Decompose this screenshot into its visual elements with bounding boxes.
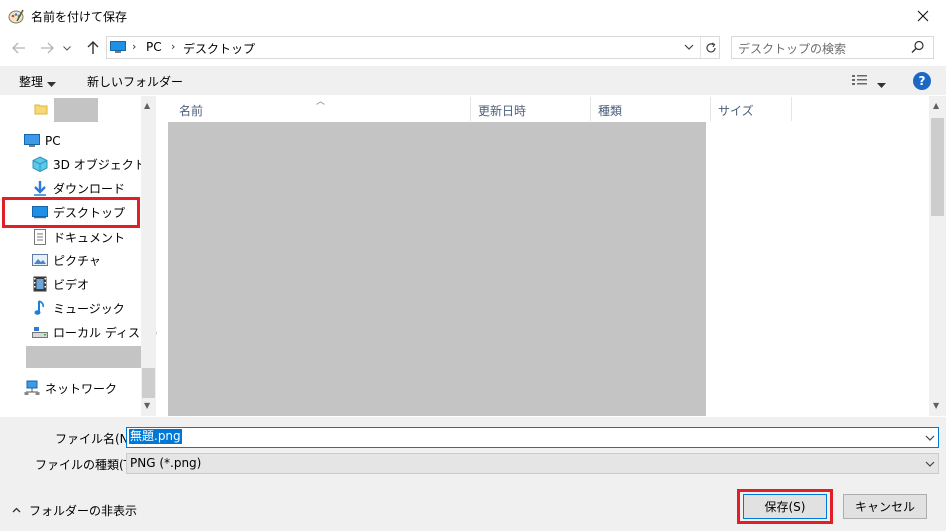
breadcrumb-pc[interactable]: PC xyxy=(146,40,162,54)
scroll-down-arrow-icon[interactable]: ▼ xyxy=(144,401,150,410)
arrow-right-icon xyxy=(41,42,54,54)
close-button[interactable] xyxy=(900,0,946,32)
filename-input[interactable] xyxy=(126,427,939,448)
hide-folders-label: フォルダーの非表示 xyxy=(29,504,138,518)
drive-icon xyxy=(32,324,48,340)
network-icon xyxy=(24,380,40,396)
selection-highlight-box xyxy=(2,197,140,228)
chevron-down-icon[interactable] xyxy=(925,431,935,445)
forward-button[interactable] xyxy=(36,37,58,59)
search-icon[interactable] xyxy=(911,40,925,54)
save-button[interactable]: 保存(S) xyxy=(743,494,827,519)
details-view-icon xyxy=(852,75,867,85)
chevron-down-icon[interactable] xyxy=(925,457,935,471)
nav-scrollbar-thumb[interactable] xyxy=(142,368,155,398)
filetype-value: PNG (*.png) xyxy=(130,456,202,470)
column-divider[interactable] xyxy=(590,97,591,121)
organize-button[interactable]: 整理 xyxy=(19,73,43,90)
nav-item-label: ネットワーク xyxy=(45,381,118,396)
column-header-date[interactable]: 更新日時 xyxy=(478,102,526,119)
redacted-nav-item[interactable] xyxy=(26,346,141,368)
nav-item-pictures[interactable]: ピクチャ xyxy=(32,249,101,271)
hide-folders-toggle[interactable]: フォルダーの非表示 xyxy=(12,502,137,519)
up-button[interactable] xyxy=(82,37,104,59)
monitor-icon xyxy=(110,41,126,54)
download-icon xyxy=(32,180,48,196)
folder-icon xyxy=(34,102,48,116)
breadcrumb-separator: › xyxy=(171,40,176,53)
title-bar xyxy=(0,0,946,32)
column-header-name[interactable]: 名前 xyxy=(179,102,203,119)
search-placeholder: デスクトップの検索 xyxy=(738,42,847,56)
filename-value[interactable]: 無題.png xyxy=(129,429,182,444)
help-button[interactable]: ? xyxy=(913,72,931,90)
nav-item-label: ピクチャ xyxy=(53,253,101,268)
file-list-scrollbar-thumb[interactable] xyxy=(931,118,944,216)
nav-item-documents[interactable]: ドキュメント xyxy=(32,226,125,248)
chevron-down-icon xyxy=(684,44,694,50)
breadcrumb-desktop[interactable]: デスクトップ xyxy=(183,40,255,57)
nav-item-label: ビデオ xyxy=(53,277,90,292)
new-folder-button[interactable]: 新しいフォルダー xyxy=(87,73,183,90)
redacted-folder-label[interactable] xyxy=(54,98,98,122)
close-icon xyxy=(917,10,929,22)
chevron-down-icon[interactable] xyxy=(47,77,56,91)
nav-item-label: PC xyxy=(45,134,61,148)
column-divider[interactable] xyxy=(470,97,471,121)
arrow-left-icon xyxy=(12,42,25,54)
back-button[interactable] xyxy=(8,37,30,59)
sort-ascending-icon: ︿ xyxy=(316,97,326,107)
breadcrumb-separator: › xyxy=(132,40,137,53)
column-header-type[interactable]: 種類 xyxy=(598,102,622,119)
film-icon xyxy=(32,276,48,292)
recent-locations-button[interactable] xyxy=(60,37,74,59)
scroll-down-arrow-icon[interactable]: ▼ xyxy=(933,401,939,410)
cancel-button[interactable]: キャンセル xyxy=(843,494,927,519)
chevron-down-icon[interactable] xyxy=(877,78,886,92)
column-header-size[interactable]: サイズ xyxy=(718,102,754,119)
picture-icon xyxy=(32,252,48,268)
nav-item-label: ミュージック xyxy=(53,301,125,316)
chevron-down-icon xyxy=(63,45,71,51)
arrow-up-icon xyxy=(87,41,99,54)
nav-item-music[interactable]: ミュージック xyxy=(32,297,125,319)
column-divider[interactable] xyxy=(710,97,711,121)
music-note-icon xyxy=(32,300,48,316)
refresh-icon xyxy=(705,41,716,52)
monitor-icon xyxy=(24,133,40,149)
paint-app-icon xyxy=(8,8,24,24)
redacted-file-area[interactable] xyxy=(168,122,706,416)
column-divider[interactable] xyxy=(791,97,792,121)
scroll-up-arrow-icon[interactable]: ▲ xyxy=(144,101,150,110)
document-icon xyxy=(32,229,48,245)
address-dropdown-button[interactable] xyxy=(682,40,696,54)
scroll-up-arrow-icon[interactable]: ▲ xyxy=(933,101,939,110)
chevron-up-icon xyxy=(12,505,21,516)
nav-item-label: 3D オブジェクト xyxy=(53,157,146,172)
nav-item-downloads[interactable]: ダウンロード xyxy=(32,177,125,199)
nav-item-3d-objects[interactable]: 3D オブジェクト xyxy=(32,153,146,175)
cube-icon xyxy=(32,156,48,172)
filetype-label: ファイルの種類(T): xyxy=(35,458,140,472)
window-title: 名前を付けて保存 xyxy=(31,10,128,24)
filetype-select[interactable] xyxy=(126,453,939,474)
nav-item-network[interactable]: ネットワーク xyxy=(24,377,117,399)
view-options-button[interactable] xyxy=(851,73,869,87)
refresh-button[interactable] xyxy=(700,37,720,58)
nav-item-label: ダウンロード xyxy=(53,181,126,196)
nav-item-videos[interactable]: ビデオ xyxy=(32,273,89,295)
nav-item-label: ドキュメント xyxy=(53,230,126,245)
nav-item-pc[interactable]: PC xyxy=(24,130,61,152)
